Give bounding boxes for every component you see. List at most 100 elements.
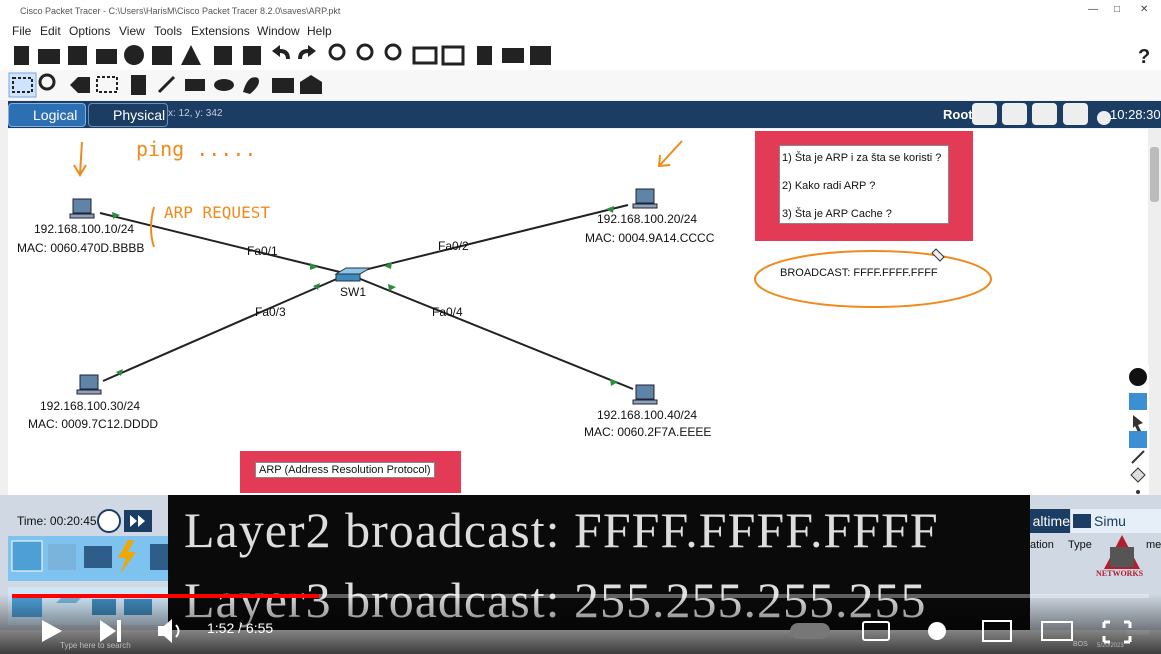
port-label-fa03: Fa0/3 xyxy=(255,305,286,319)
draw-ellipse-icon xyxy=(214,79,234,91)
delete-tool-icon xyxy=(70,77,90,93)
logo-text: NETWORKS xyxy=(1096,569,1144,578)
help-icon: ? xyxy=(1138,46,1150,68)
question-3: 3) Šta je ARP Cache ? xyxy=(782,208,892,220)
subtitles-icon xyxy=(862,621,890,641)
pc3-ip: 192.168.100.40/24 xyxy=(597,408,698,422)
menu-extensions[interactable]: Extensions xyxy=(191,24,250,38)
tab-physical[interactable]: Physical xyxy=(88,103,168,127)
pc3-icon xyxy=(632,384,658,405)
link-light xyxy=(310,263,318,270)
menu-view[interactable]: View xyxy=(119,24,145,38)
settings-icon xyxy=(928,622,946,640)
pc1-mac: MAC: 0004.9A14.CCCC xyxy=(585,231,715,245)
broadcast-note: BROADCAST: FFFF.FFFF.FFFF xyxy=(780,267,938,279)
cloud-device-icon xyxy=(530,46,551,65)
edit-toolbar xyxy=(0,70,1161,100)
link-light xyxy=(610,379,618,386)
menu-options[interactable]: Options xyxy=(69,24,110,38)
video-player-controls: 1:52 / 6:55 Type here to search BOS 5/20… xyxy=(0,594,1161,654)
close-icon[interactable]: ✕ xyxy=(1140,4,1148,15)
select-pointer-icon xyxy=(1133,415,1143,432)
arp-note: ARP (Address Resolution Protocol) xyxy=(240,451,461,493)
misc-icon xyxy=(150,544,168,570)
play-icon xyxy=(42,620,62,642)
info-icon xyxy=(124,45,144,65)
print-icon xyxy=(96,49,117,64)
pdu-list-header-time: me xyxy=(1146,539,1161,551)
menu-edit[interactable]: Edit xyxy=(40,24,61,38)
redo-icon xyxy=(298,45,316,59)
save-icon xyxy=(68,46,87,65)
volume-icon xyxy=(158,619,172,643)
draw-line-tool-icon xyxy=(1131,450,1145,464)
menu-tools[interactable]: Tools xyxy=(154,24,182,38)
menu-file[interactable]: File xyxy=(12,24,31,38)
pc0-mac: MAC: 0060.470D.BBBB xyxy=(17,241,145,255)
view-icon xyxy=(1129,393,1147,410)
arp-note-text: ARP (Address Resolution Protocol) xyxy=(255,462,435,478)
move-object-icon xyxy=(1032,103,1057,125)
menu-help[interactable]: Help xyxy=(307,24,332,38)
zoom-in-icon xyxy=(328,43,346,61)
logical-workspace[interactable]: ping ..... ARP REQUEST 192.168.100.10/24… xyxy=(8,129,1148,495)
dot-icon xyxy=(1136,490,1140,494)
window-title: Cisco Packet Tracer - C:\Users\HarisM\Ci… xyxy=(20,6,341,16)
connections-icon xyxy=(118,540,136,574)
autoplay-toggle-icon xyxy=(790,623,830,639)
pc0-icon xyxy=(69,198,95,219)
switch-icon xyxy=(334,267,372,282)
port-label-fa02: Fa0/2 xyxy=(438,239,469,253)
pc0-ip: 192.168.100.10/24 xyxy=(34,222,135,236)
new-file-icon xyxy=(14,46,29,65)
zoom-reset-icon xyxy=(356,43,374,61)
physical-tab-label: Physical xyxy=(113,107,166,123)
simulation-icon xyxy=(1073,514,1091,528)
link-light xyxy=(384,262,392,269)
title-bar: Cisco Packet Tracer - C:\Users\HarisM\Ci… xyxy=(0,0,1161,22)
notes-icon xyxy=(477,46,492,65)
taskbar-date: 5/20/2023 xyxy=(1097,643,1124,649)
viewport-icon xyxy=(1097,111,1111,125)
arp-request-annotation: ARP REQUEST xyxy=(164,203,270,222)
end-devices-icon xyxy=(48,544,76,570)
tab-logical[interactable]: Logical xyxy=(8,103,86,127)
cursor-coordinates: x: 12, y: 342 xyxy=(168,108,223,119)
inspect-icon xyxy=(1129,431,1147,448)
minimize-icon[interactable]: — xyxy=(1088,4,1098,15)
device-template-icon xyxy=(502,48,524,63)
vertical-scrollbar[interactable] xyxy=(1148,129,1161,495)
menu-window[interactable]: Window xyxy=(257,24,300,38)
link-light xyxy=(388,284,396,291)
questions-note: 1) Šta je ARP i za šta se koristi ? 2) K… xyxy=(755,131,973,241)
workspace-tab-bar: Logical Physical x: 12, y: 342 Root 10:2… xyxy=(8,101,1161,128)
eraser-icon xyxy=(1130,467,1146,483)
components-icon xyxy=(84,546,112,568)
link-pc2-sw1 xyxy=(102,273,349,382)
inspect-tool-icon xyxy=(38,73,56,91)
freeform-tool-icon xyxy=(243,77,259,94)
switch-label: SW1 xyxy=(340,285,367,299)
realtime-tab[interactable]: altime xyxy=(1030,509,1070,533)
zoom-out-icon xyxy=(384,43,402,61)
custom-devices-dialog-icon xyxy=(441,45,465,66)
new-cluster-icon xyxy=(1002,103,1027,125)
scrollbar-thumb[interactable] xyxy=(1150,147,1159,202)
simulation-time: Time: 00:20:45 xyxy=(17,514,97,528)
pc1-icon xyxy=(632,188,658,209)
taskbar-search[interactable]: Type here to search xyxy=(60,641,131,650)
broadcast-circle xyxy=(754,250,992,308)
set-background-icon xyxy=(1063,103,1088,125)
undo-icon xyxy=(272,45,290,59)
simulation-tab[interactable]: Simu xyxy=(1071,509,1161,533)
questions-box: 1) Šta je ARP i za šta se koristi ? 2) K… xyxy=(779,145,949,224)
video-time: 1:52 / 6:55 xyxy=(207,620,274,636)
pc1-ip: 192.168.100.20/24 xyxy=(597,212,698,226)
device-categories xyxy=(8,536,168,581)
maximize-icon[interactable]: □ xyxy=(1114,4,1120,15)
draw-line-icon xyxy=(157,75,176,94)
copy-icon xyxy=(214,46,232,65)
miniplayer-icon xyxy=(982,620,1012,642)
subtitle-line-1: Layer2 broadcast: FFFF.FFFF.FFFF xyxy=(184,502,939,558)
network-devices-icon xyxy=(11,540,43,572)
